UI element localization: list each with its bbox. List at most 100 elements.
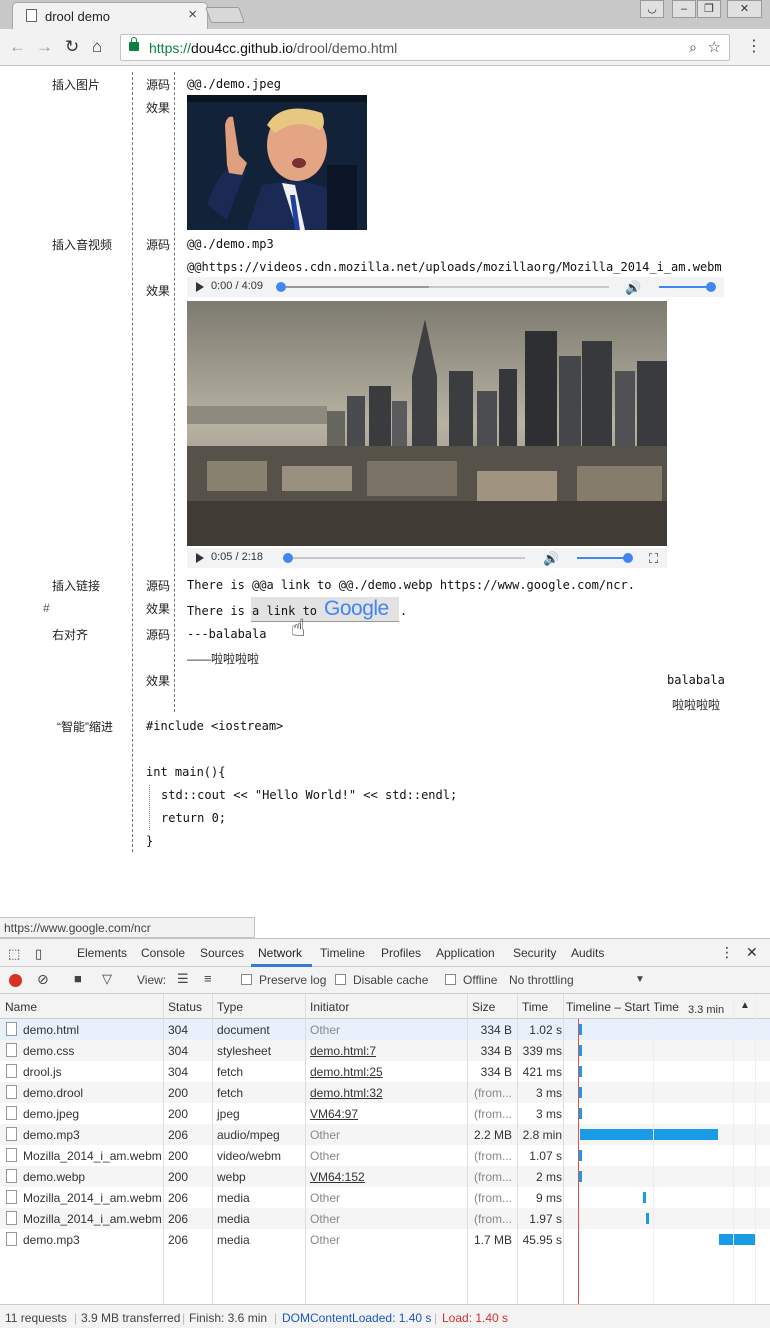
table-row[interactable]: Mozilla_2014_i_am.webm 206 media Other (from… xyxy=(0,1187,770,1208)
video-frame[interactable] xyxy=(187,301,667,546)
cell-size: 334 B xyxy=(480,1065,512,1079)
devtools-close-icon[interactable]: ✕ xyxy=(746,944,758,961)
col-divider xyxy=(563,994,564,1304)
col-initiator[interactable]: Initiator xyxy=(310,1000,349,1014)
timeline-bar xyxy=(579,1045,582,1056)
table-row[interactable]: demo.webp 200 webp VM64:152 (from... 2 ms xyxy=(0,1166,770,1187)
tab-application[interactable]: Application xyxy=(436,946,495,960)
menu-icon[interactable]: ⋮ xyxy=(746,36,762,56)
tab-profiles[interactable]: Profiles xyxy=(381,946,421,960)
video-seek-knob[interactable] xyxy=(283,553,293,563)
video-controls: 0:05 / 2:18 🔊 ⛶ xyxy=(187,548,667,568)
audio-seek-knob[interactable] xyxy=(276,282,286,292)
col-size[interactable]: Size xyxy=(472,1000,495,1014)
cell-initiator: Other xyxy=(310,1128,341,1142)
fullscreen-icon[interactable]: ⛶ xyxy=(649,551,658,567)
volume-icon[interactable]: 🔊 xyxy=(625,280,641,296)
cell-size: (from... xyxy=(474,1149,512,1163)
restore-button[interactable]: ❐ xyxy=(697,0,721,18)
tab-elements[interactable]: Elements xyxy=(77,946,127,960)
cell-initiator[interactable]: VM64:152 xyxy=(310,1170,365,1184)
tab-timeline[interactable]: Timeline xyxy=(320,946,365,960)
filter-icon[interactable]: ▽ xyxy=(102,971,112,987)
cell-name: demo.mp3 xyxy=(23,1233,80,1247)
cell-status: 304 xyxy=(168,1065,189,1079)
tab-network[interactable]: Network xyxy=(258,946,302,960)
page-icon xyxy=(26,9,37,22)
table-row[interactable]: demo.jpeg 200 jpeg VM64:97 (from... 3 ms xyxy=(0,1103,770,1124)
back-icon[interactable]: ← xyxy=(9,37,26,57)
cell-name: demo.webp xyxy=(23,1170,86,1184)
cell-name: Mozilla_2014_i_am.webm xyxy=(23,1149,162,1163)
cell-initiator[interactable]: VM64:97 xyxy=(310,1107,358,1121)
new-tab-button[interactable] xyxy=(205,7,245,23)
footer-separator: | xyxy=(182,1311,186,1325)
table-row[interactable]: demo.mp3 206 media Other 1.7 MB 45.95 s xyxy=(0,1229,770,1250)
close-tab-icon[interactable]: × xyxy=(188,6,197,23)
timeline-gridline xyxy=(755,994,756,1304)
zoom-icon[interactable]: ⌕ xyxy=(689,39,697,56)
list-view-icon[interactable]: ☰ xyxy=(177,971,189,987)
table-row[interactable]: drool.js 304 fetch demo.html:25 334 B 421 ms xyxy=(0,1061,770,1082)
cell-name: Mozilla_2014_i_am.webm xyxy=(23,1212,162,1226)
align-effect-1: balabala xyxy=(667,673,725,687)
audio-volume-knob[interactable] xyxy=(706,282,716,292)
record-icon[interactable] xyxy=(9,974,22,987)
devtools-menu-icon[interactable]: ⋮ xyxy=(720,944,734,961)
cell-size: 334 B xyxy=(480,1044,512,1058)
table-row[interactable]: Mozilla_2014_i_am.webm 200 video/webm Other… xyxy=(0,1145,770,1166)
sort-up-icon[interactable]: ▲ xyxy=(740,1000,750,1011)
user-icon[interactable]: ◡ xyxy=(640,0,664,18)
minimize-button[interactable]: – xyxy=(672,0,696,18)
cell-initiator: Other xyxy=(310,1023,341,1037)
tab-console[interactable]: Console xyxy=(141,946,185,960)
play-icon[interactable] xyxy=(196,282,204,292)
table-row[interactable]: demo.html 304 document Other 334 B 1.02 s xyxy=(0,1019,770,1040)
table-row[interactable]: demo.drool 200 fetch demo.html:32 (from... 3 … xyxy=(0,1082,770,1103)
table-row[interactable]: demo.mp3 206 audio/mpeg Other 2.2 MB 2.8 min xyxy=(0,1124,770,1145)
inspect-icon[interactable]: ⬚ xyxy=(8,946,20,962)
table-row[interactable]: Mozilla_2014_i_am.webm 206 media Other (from… xyxy=(0,1208,770,1229)
footer-separator: | xyxy=(274,1311,278,1325)
tab-security[interactable]: Security xyxy=(513,946,556,960)
window-close-button[interactable]: ✕ xyxy=(727,0,762,18)
col-status[interactable]: Status xyxy=(168,1000,202,1014)
col-time[interactable]: Time xyxy=(522,1000,548,1014)
cell-initiator[interactable]: demo.html:32 xyxy=(310,1086,383,1100)
offline-checkbox[interactable] xyxy=(445,974,456,985)
preserve-log-checkbox[interactable] xyxy=(241,974,252,985)
video-play-icon[interactable] xyxy=(196,553,204,563)
disable-cache-checkbox[interactable] xyxy=(335,974,346,985)
col-timeline[interactable]: Timeline – Start Time xyxy=(566,1000,679,1014)
video-volume-icon[interactable]: 🔊 xyxy=(543,551,559,567)
table-row[interactable]: demo.css 304 stylesheet demo.html:7 334 B 339… xyxy=(0,1040,770,1061)
clear-icon[interactable]: ⊘ xyxy=(37,971,49,988)
video-volume-knob[interactable] xyxy=(623,553,633,563)
tab-audits[interactable]: Audits xyxy=(571,946,604,960)
address-bar[interactable]: https://dou4cc.github.io/drool/demo.html… xyxy=(120,34,730,61)
forward-icon[interactable]: → xyxy=(36,37,53,57)
video-seek-track[interactable] xyxy=(285,557,525,559)
cell-initiator[interactable]: demo.html:7 xyxy=(310,1044,376,1058)
home-icon[interactable]: ⌂ xyxy=(92,37,102,57)
browser-tab[interactable]: drool demo × xyxy=(12,2,208,29)
chevron-down-icon[interactable]: ▼ xyxy=(635,974,645,985)
link-anchor[interactable]: a link to Google xyxy=(251,597,399,622)
camera-icon[interactable]: ■ xyxy=(74,971,82,986)
tab-sources[interactable]: Sources xyxy=(200,946,244,960)
col-divider xyxy=(467,994,468,1304)
col-type[interactable]: Type xyxy=(217,1000,243,1014)
cell-status: 200 xyxy=(168,1086,189,1100)
reload-icon[interactable]: ↻ xyxy=(65,37,79,57)
cell-initiator[interactable]: demo.html:25 xyxy=(310,1065,383,1079)
code-line-2: int main(){ xyxy=(146,765,226,779)
bookmark-star-icon[interactable]: ☆ xyxy=(708,38,721,56)
cell-name: demo.jpeg xyxy=(23,1107,80,1121)
align-source-2: ——啦啦啦啦 xyxy=(187,652,260,666)
throttling-select[interactable]: No throttling xyxy=(509,973,574,987)
overview-icon[interactable]: ≡ xyxy=(204,971,212,986)
file-icon xyxy=(6,1211,17,1225)
col-name[interactable]: Name xyxy=(5,1000,37,1014)
device-toggle-icon[interactable]: ▯ xyxy=(35,946,42,962)
file-icon xyxy=(6,1190,17,1204)
